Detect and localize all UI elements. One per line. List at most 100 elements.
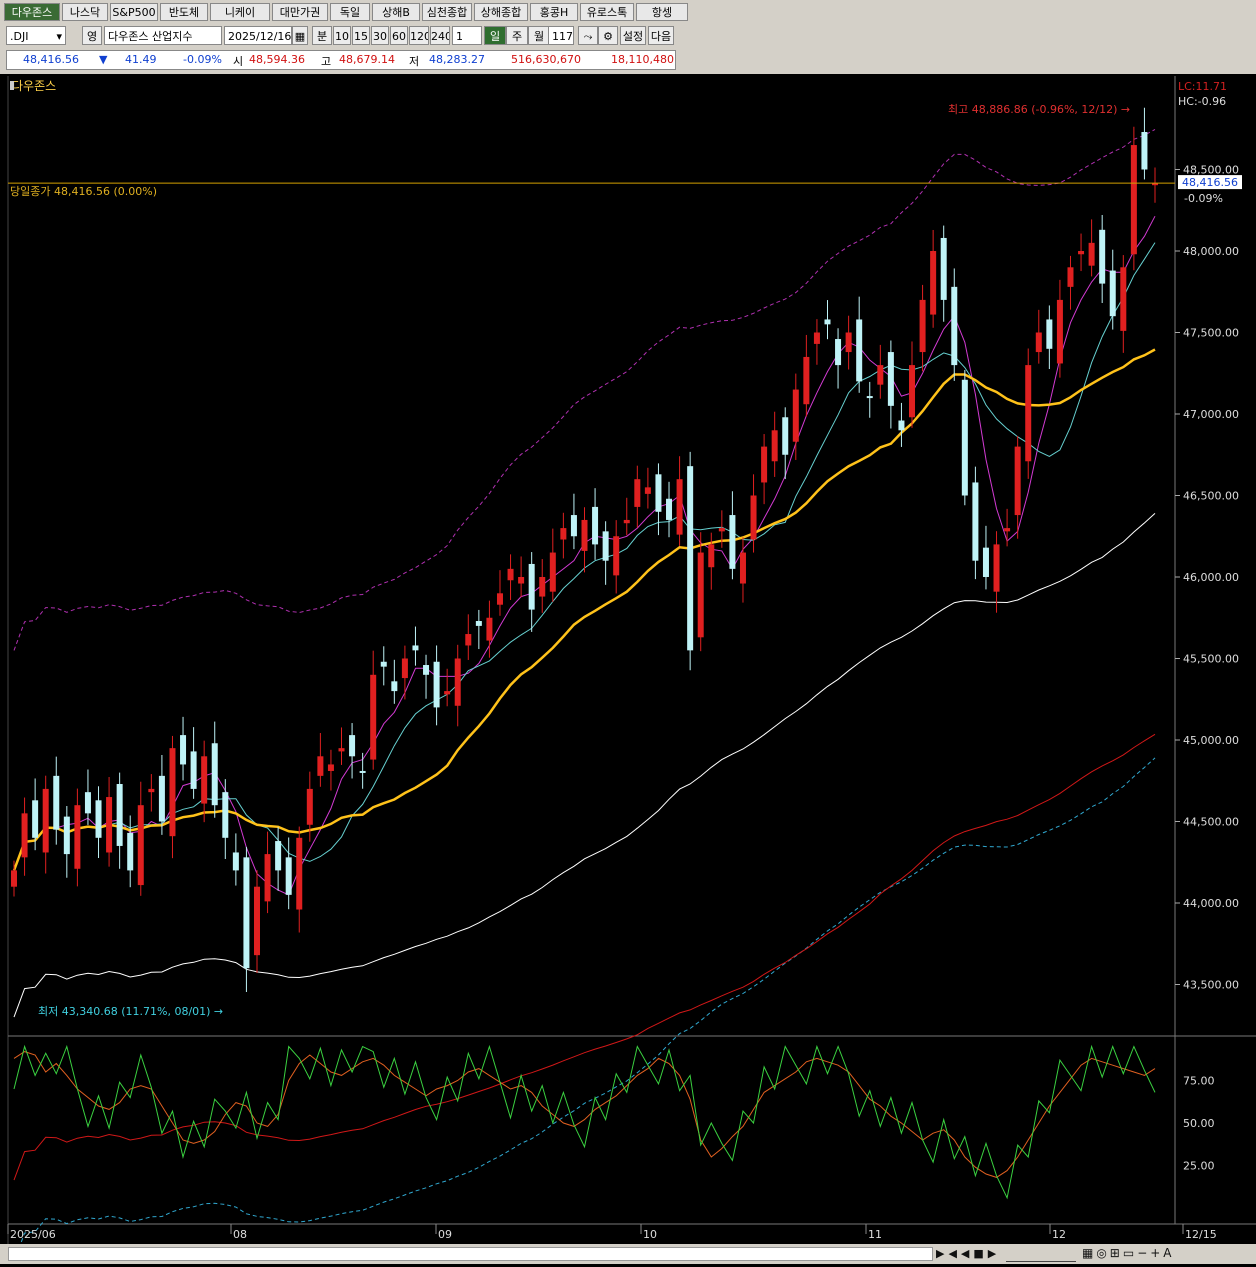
symbol-code: .DJI xyxy=(10,30,29,43)
candle-body xyxy=(750,495,757,540)
candle-body xyxy=(106,797,113,853)
candle-body xyxy=(95,800,102,838)
candle-body xyxy=(856,319,863,382)
zoom-slider[interactable] xyxy=(1006,1247,1076,1262)
candle-body xyxy=(507,568,514,581)
ytick-label: 46,500.00 xyxy=(1183,490,1239,503)
period-button-10[interactable]: 10 xyxy=(333,26,351,45)
candle-body xyxy=(1088,242,1095,266)
tab-1[interactable]: 나스닥 xyxy=(62,3,108,21)
view-tool-icons[interactable]: ▦◎⊞▭−+A xyxy=(1082,1246,1252,1260)
playback-controls[interactable]: ▶◀◀■▶ xyxy=(936,1247,996,1261)
volume-value: 516,630,670 xyxy=(511,53,581,66)
candle-body xyxy=(433,661,440,708)
candle-body xyxy=(243,857,250,969)
tab-2[interactable]: S&P500 xyxy=(110,3,158,21)
price-tag-pct: -0.09% xyxy=(1184,192,1223,205)
date-input[interactable]: 2025/12/16 xyxy=(224,26,292,45)
candle-body xyxy=(951,286,958,366)
candle-body xyxy=(496,593,503,605)
bar-count-input[interactable]: 117 xyxy=(548,26,574,45)
candle-body xyxy=(782,417,789,455)
next-button[interactable]: 다음 xyxy=(648,26,674,45)
tab-6[interactable]: 독일 xyxy=(330,3,370,21)
chart-area[interactable]: 75.00 50.00 25.00 2025/06 08 09 10 11 12 12/15 48… xyxy=(0,76,1256,1267)
candle-body xyxy=(940,237,947,300)
candle-body xyxy=(972,482,979,561)
candle-body xyxy=(180,735,187,765)
tab-4[interactable]: 니케이 xyxy=(210,3,270,21)
tab-10[interactable]: 홍콩H xyxy=(530,3,578,21)
period-button-분[interactable]: 분 xyxy=(312,26,332,45)
period-button-30[interactable]: 30 xyxy=(371,26,389,45)
candle-body xyxy=(412,645,419,651)
candle-body xyxy=(697,552,704,638)
change-percent: -0.09% xyxy=(183,53,222,66)
tab-0[interactable]: 다우존스 xyxy=(4,3,60,21)
tab-11[interactable]: 유로스톡 xyxy=(580,3,634,21)
candle-body xyxy=(634,479,641,507)
candle-body xyxy=(1099,229,1106,284)
osc-tick-label: 75.00 xyxy=(1183,1075,1215,1088)
candle-body xyxy=(887,352,894,406)
open-label: 시 xyxy=(233,55,244,68)
tab-9[interactable]: 상해종합 xyxy=(474,3,528,21)
candle-body xyxy=(201,756,208,804)
candle-body xyxy=(1014,446,1021,516)
candle-body xyxy=(11,870,17,887)
day-button[interactable]: 일 xyxy=(484,26,506,45)
candle-body xyxy=(253,886,260,956)
period-button-15[interactable]: 15 xyxy=(352,26,370,45)
language-button[interactable]: 영 xyxy=(82,26,102,45)
month-button[interactable]: 월 xyxy=(528,26,550,45)
draw-tool-icon[interactable]: ⤳ xyxy=(578,26,598,45)
symbol-select[interactable]: .DJI ▾ xyxy=(6,26,66,45)
calendar-icon[interactable]: ▦ xyxy=(292,26,308,45)
candle-body xyxy=(739,552,746,584)
week-button[interactable]: 주 xyxy=(506,26,528,45)
period-button-60[interactable]: 60 xyxy=(390,26,408,45)
hc-label: HC:-0.96 xyxy=(1178,95,1226,108)
candle-body xyxy=(1130,145,1137,255)
market-tab-bar: 다우존스 나스닥 S&P500 반도체 니케이 대만가권 독일 상해B 심천종합 상해종합 홍콩H 유… xyxy=(0,0,1256,24)
period-button-240[interactable]: 240 xyxy=(430,26,450,45)
x-axis-label: 12 xyxy=(1052,1228,1066,1241)
scroll-track[interactable] xyxy=(8,1247,933,1261)
settings-button[interactable]: 설정 xyxy=(620,26,646,45)
candle-body xyxy=(528,563,535,610)
candle-body xyxy=(613,536,620,576)
chart-scrollbar[interactable]: ▶◀◀■▶ ▦◎⊞▭−+A xyxy=(0,1244,1256,1264)
low-label: 최저 43,340.68 (11.71%, 08/01) → xyxy=(38,1005,223,1018)
candle-body xyxy=(930,251,937,315)
gear-icon[interactable]: ⚙ xyxy=(598,26,618,45)
count-value: 1 xyxy=(456,30,463,43)
tab-12[interactable]: 항셍 xyxy=(636,3,688,21)
high-label: 최고 48,886.86 (-0.96%, 12/12) → xyxy=(948,103,1130,116)
ytick-label: 46,000.00 xyxy=(1183,571,1239,584)
candle-body xyxy=(116,784,123,846)
quote-box: 48,416.56 ▼ 41.49 -0.09% 시 48,594.36 고 4… xyxy=(6,50,676,70)
count-select[interactable]: 1 xyxy=(452,26,482,45)
candle-body xyxy=(475,621,482,626)
high-value: 48,679.14 xyxy=(339,53,395,66)
amount-value: 18,110,480 xyxy=(611,53,674,66)
price-tag: 48,416.56 xyxy=(1182,176,1238,189)
tab-5[interactable]: 대만가권 xyxy=(272,3,328,21)
candle-body xyxy=(359,770,366,773)
candle-body xyxy=(729,515,736,569)
candle-body xyxy=(1046,319,1053,349)
tab-7[interactable]: 상해B xyxy=(372,3,420,21)
chart-title: 다우존스 xyxy=(12,79,56,93)
candle-body xyxy=(570,515,577,537)
tab-8[interactable]: 심천종합 xyxy=(422,3,472,21)
candle-body xyxy=(824,319,831,325)
ytick-label: 48,500.00 xyxy=(1183,164,1239,177)
candle-body xyxy=(380,661,387,667)
candle-body xyxy=(602,531,609,561)
candle-body xyxy=(919,299,926,353)
tab-3[interactable]: 반도체 xyxy=(160,3,208,21)
candle-body xyxy=(549,552,556,592)
candle-body xyxy=(327,764,334,771)
period-button-120[interactable]: 120 xyxy=(409,26,429,45)
candle-body xyxy=(982,547,989,577)
